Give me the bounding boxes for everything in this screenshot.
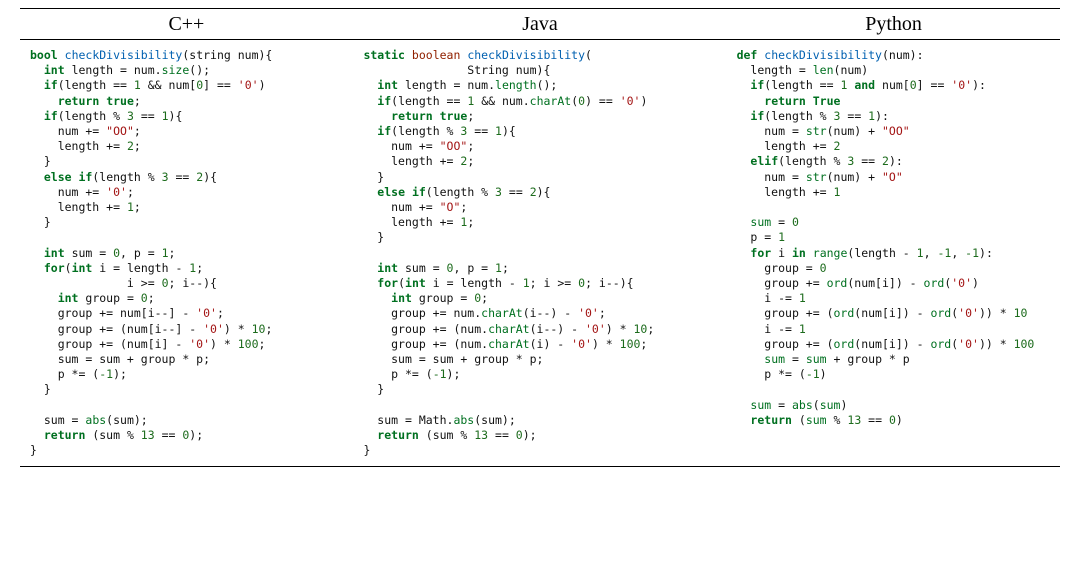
header-row: C++ Java Python — [20, 11, 1060, 37]
top-rule — [20, 8, 1060, 9]
header-cpp: C++ — [20, 11, 353, 37]
code-java: static boolean checkDivisibility( String… — [353, 44, 726, 458]
mid-rule — [20, 39, 1060, 40]
bottom-rule — [20, 466, 1060, 467]
code-cpp: bool checkDivisibility(string num){ int … — [20, 44, 353, 458]
comparison-table: C++ Java Python bool checkDivisibility(s… — [20, 8, 1060, 467]
code-row: bool checkDivisibility(string num){ int … — [20, 44, 1060, 458]
code-python: def checkDivisibility(num): length = len… — [727, 44, 1060, 428]
header-python: Python — [727, 11, 1060, 37]
header-java: Java — [353, 11, 727, 37]
